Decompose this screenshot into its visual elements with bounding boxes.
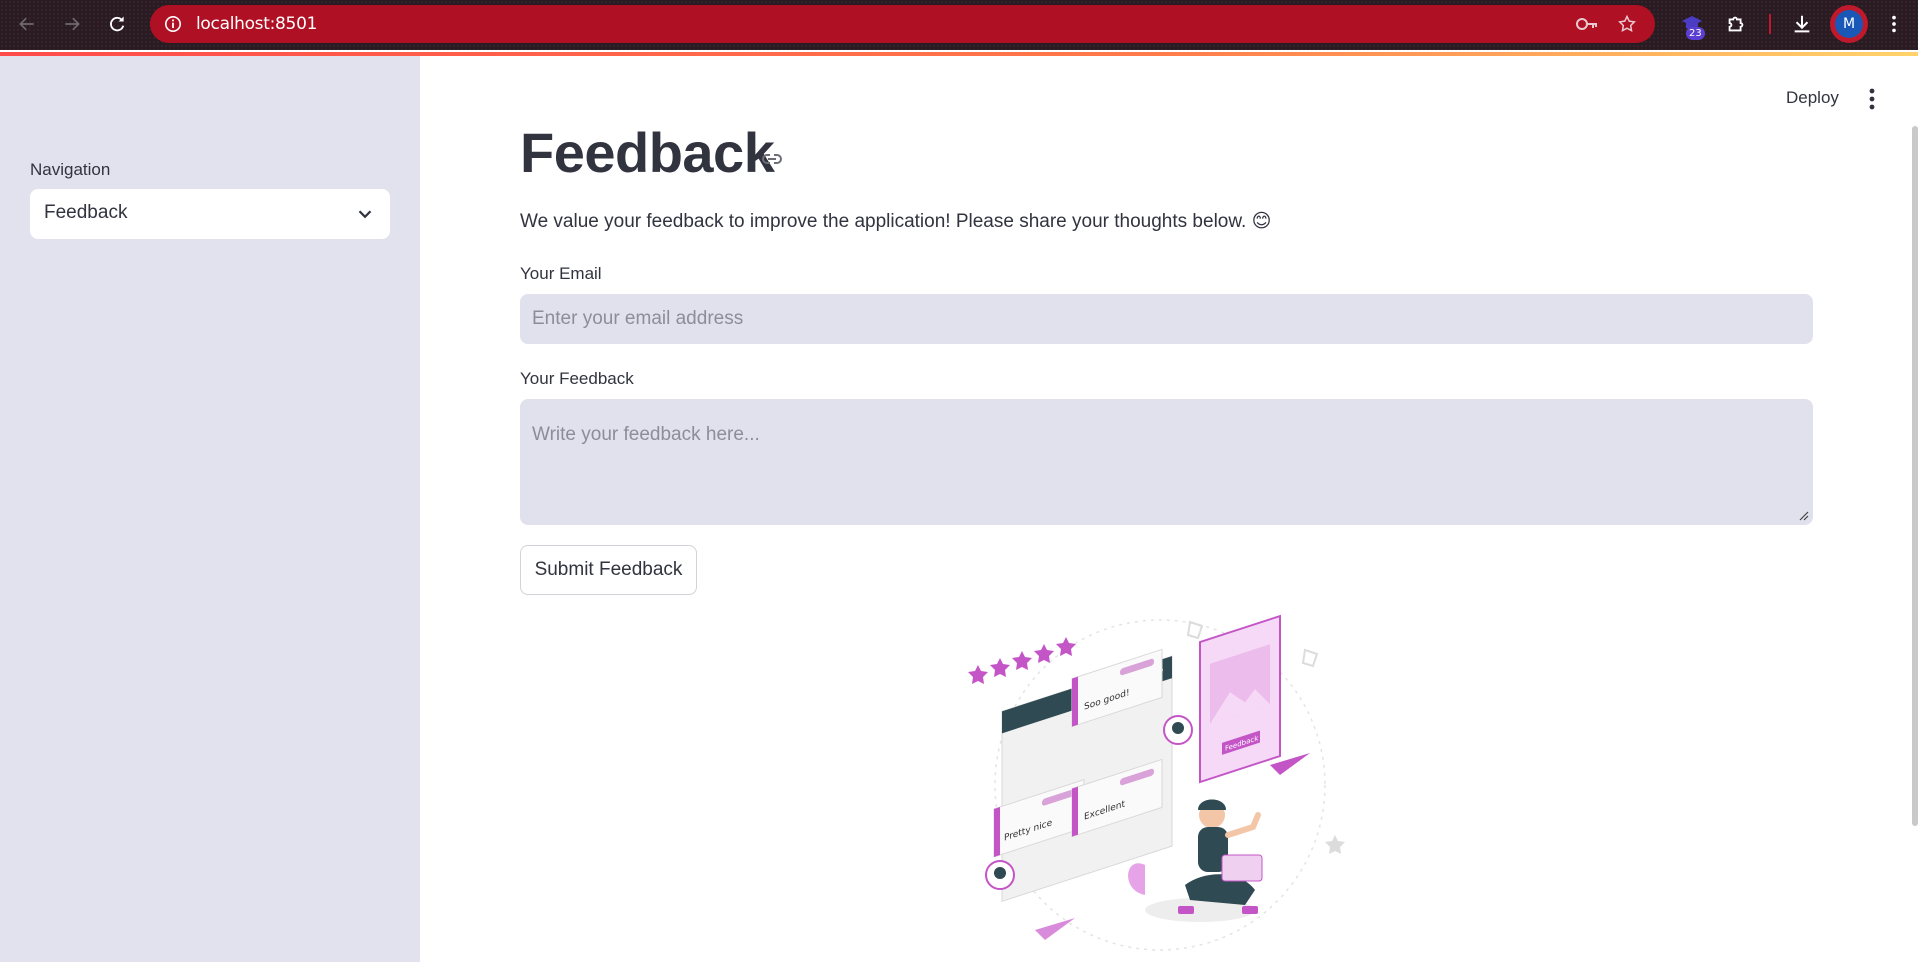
- page-title: Feedback: [520, 121, 775, 184]
- rating-stars: [968, 637, 1076, 684]
- submit-feedback-button[interactable]: Submit Feedback: [520, 545, 697, 595]
- email-label: Your Email: [520, 264, 602, 283]
- reload-button[interactable]: [104, 11, 130, 37]
- password-key-icon[interactable]: [1575, 15, 1599, 33]
- site-info-icon[interactable]: [164, 15, 182, 33]
- arrow-right-icon: [65, 17, 80, 31]
- forward-button[interactable]: [59, 11, 85, 37]
- feedback-illustration: Soo good! Pretty nice Excellent Feedback: [968, 614, 1345, 951]
- email-placeholder: Enter your email address: [532, 308, 744, 329]
- navigation-label: Navigation: [30, 160, 111, 179]
- bookmark-star-icon[interactable]: [1617, 14, 1637, 34]
- chevron-down-icon: [358, 210, 372, 219]
- feedback-textarea[interactable]: Write your feedback here...: [520, 399, 1813, 525]
- address-bar[interactable]: localhost:8501: [150, 5, 1655, 43]
- navigation-select[interactable]: Feedback: [30, 189, 390, 239]
- scrollbar[interactable]: [1912, 126, 1918, 826]
- email-field[interactable]: Enter your email address: [520, 294, 1813, 344]
- download-icon[interactable]: [1790, 12, 1814, 36]
- main-menu-icon[interactable]: [1862, 86, 1882, 112]
- resize-handle-icon[interactable]: [1799, 511, 1809, 521]
- feedback-label: Your Feedback: [520, 369, 634, 388]
- sidebar: Navigation Feedback: [0, 56, 420, 962]
- feedback-placeholder: Write your feedback here...: [532, 424, 760, 445]
- back-button[interactable]: [14, 11, 40, 37]
- reload-icon: [110, 16, 125, 32]
- deploy-button[interactable]: Deploy: [1786, 88, 1839, 108]
- extension-badge: 23: [1686, 27, 1705, 40]
- browser-menu-icon[interactable]: [1882, 12, 1906, 36]
- link-icon[interactable]: [760, 147, 784, 171]
- toolbar-divider: [1769, 14, 1771, 34]
- intro-text: We value your feedback to improve the ap…: [520, 211, 1272, 232]
- browser-toolbar: localhost:8501 23 M: [0, 0, 1918, 50]
- url-text: localhost:8501: [196, 14, 318, 34]
- extensions-puzzle-icon[interactable]: [1724, 12, 1748, 36]
- arrow-left-icon: [19, 17, 34, 31]
- profile-avatar[interactable]: M: [1830, 5, 1868, 43]
- navigation-selected-value: Feedback: [44, 202, 128, 223]
- profile-initial: M: [1835, 10, 1863, 38]
